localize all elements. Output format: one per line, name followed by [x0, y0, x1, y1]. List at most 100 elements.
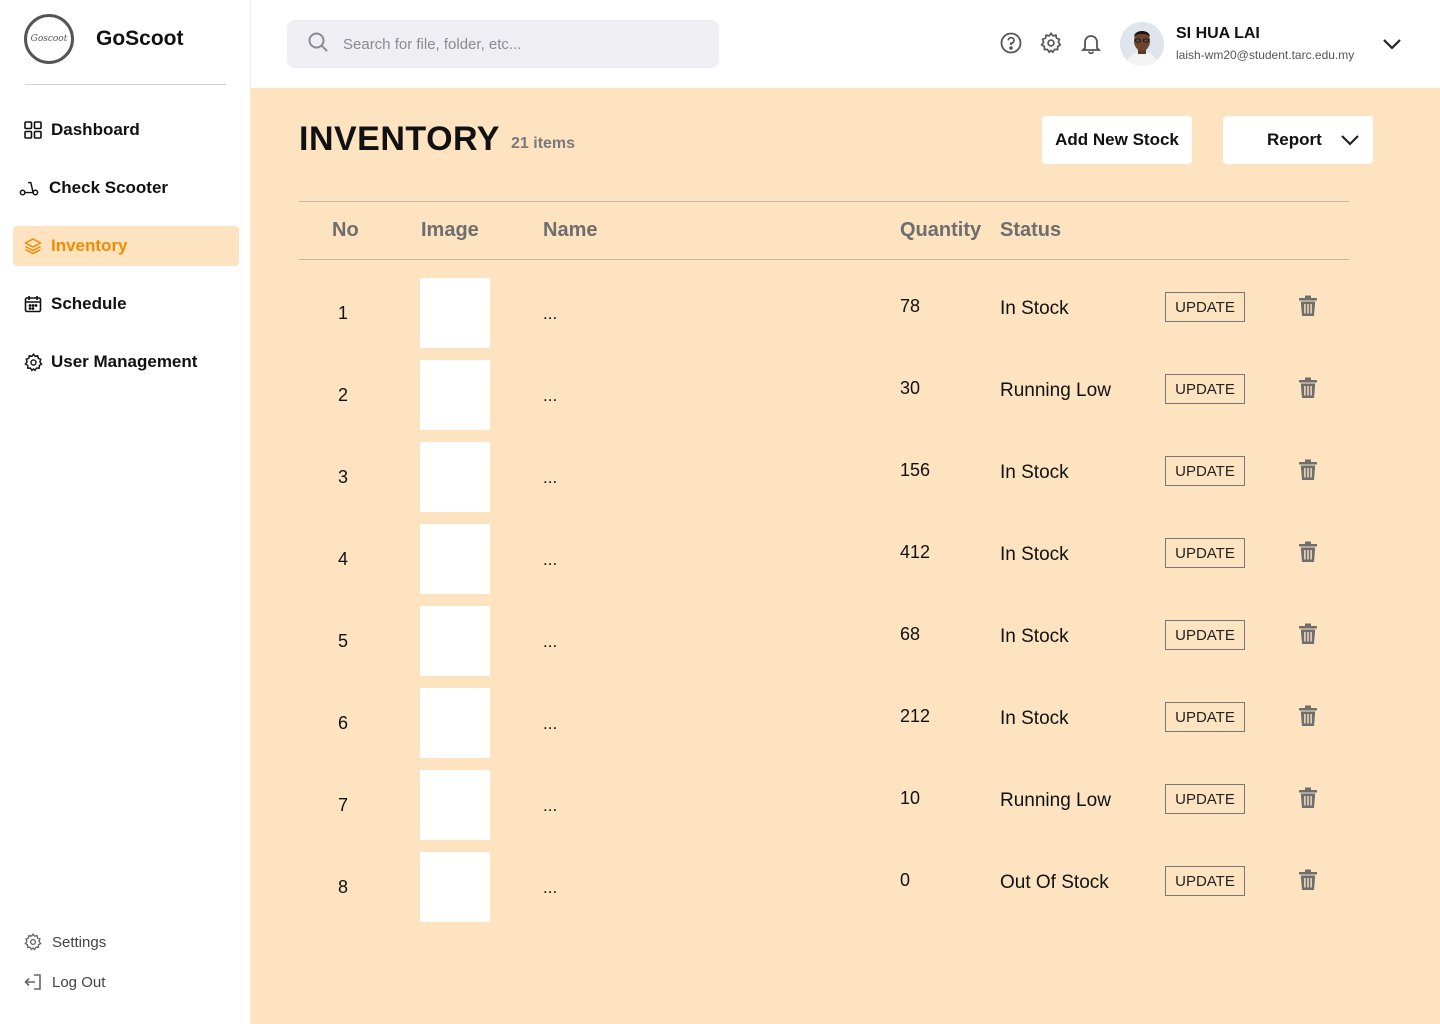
update-button[interactable]: UPDATE [1165, 292, 1245, 322]
add-new-stock-button[interactable]: Add New Stock [1042, 116, 1192, 164]
item-image [420, 770, 490, 840]
item-quantity: 78 [900, 296, 921, 316]
item-quantity: 412 [900, 542, 931, 562]
table-row: 2 ... 30 Running Low UPDATE [251, 360, 1440, 430]
column-header-status: Status [1000, 219, 1062, 241]
divider [25, 84, 226, 85]
column-header-no: No [332, 219, 359, 241]
table-row: 1 ... 78 In Stock UPDATE [251, 278, 1440, 348]
sidebar-item-dashboard[interactable]: Dashboard [13, 110, 239, 150]
calendar-icon [23, 294, 43, 314]
trash-icon[interactable] [1298, 294, 1318, 318]
column-header-image: Image [421, 219, 479, 241]
sidebar-item-user-management[interactable]: User Management [13, 342, 239, 382]
update-button[interactable]: UPDATE [1165, 866, 1245, 896]
trash-icon[interactable] [1298, 458, 1318, 482]
update-button[interactable]: UPDATE [1165, 538, 1245, 568]
logout-icon [24, 973, 42, 991]
item-name: ... [543, 304, 558, 323]
sidebar-item-check-scooter[interactable]: Check Scooter [13, 168, 239, 208]
gear-icon[interactable] [1039, 31, 1063, 55]
logout-label: Log Out [52, 973, 106, 991]
report-label: Report [1267, 130, 1322, 149]
settings-label: Settings [52, 933, 107, 951]
table-row: 7 ... 10 Running Low UPDATE [251, 770, 1440, 840]
trash-icon[interactable] [1298, 376, 1318, 400]
item-name: ... [543, 468, 558, 487]
item-count: 21 items [511, 135, 576, 152]
layers-icon [23, 236, 43, 256]
trash-icon[interactable] [1298, 786, 1318, 810]
trash-icon[interactable] [1298, 622, 1318, 646]
gear-icon [24, 933, 42, 951]
sidebar-item-label: Schedule [51, 294, 127, 313]
search-bar[interactable] [287, 20, 719, 68]
item-name: ... [543, 632, 558, 651]
item-name: ... [543, 796, 558, 815]
table-header: No Image Name Quantity Status [299, 201, 1349, 260]
logout-link[interactable]: Log Out [24, 968, 106, 996]
row-number: 8 [337, 877, 348, 897]
avatar[interactable] [1120, 22, 1164, 66]
report-dropdown-button[interactable]: Report [1223, 116, 1373, 164]
sidebar-footer: Settings Log Out [24, 928, 106, 1008]
item-image [420, 688, 490, 758]
top-bar: SI HUA LAI laish-wm20@student.tarc.edu.m… [251, 0, 1440, 88]
trash-icon[interactable] [1298, 868, 1318, 892]
item-status: Out Of Stock [1000, 872, 1109, 893]
item-image [420, 442, 490, 512]
search-input[interactable] [343, 35, 683, 53]
row-number: 7 [337, 795, 348, 815]
sidebar-item-schedule[interactable]: Schedule [13, 284, 239, 324]
sidebar-item-label: User Management [51, 352, 198, 371]
column-header-name: Name [543, 219, 598, 241]
table-row: 3 ... 156 In Stock UPDATE [251, 442, 1440, 512]
search-icon [307, 31, 329, 58]
user-email: laish-wm20@student.tarc.edu.my [1176, 48, 1355, 62]
item-status: In Stock [1000, 462, 1069, 483]
update-button[interactable]: UPDATE [1165, 456, 1245, 486]
page-title: INVENTORY [299, 120, 500, 158]
header-icons [999, 31, 1119, 55]
row-number: 3 [337, 467, 348, 487]
update-button[interactable]: UPDATE [1165, 784, 1245, 814]
brand[interactable]: Goscoot GoScoot [24, 14, 184, 64]
row-number: 2 [337, 385, 348, 405]
trash-icon[interactable] [1298, 704, 1318, 728]
item-quantity: 10 [900, 788, 921, 808]
item-status: Running Low [1000, 380, 1111, 401]
sidebar-item-label: Check Scooter [49, 178, 169, 197]
update-button[interactable]: UPDATE [1165, 620, 1245, 650]
item-status: In Stock [1000, 626, 1069, 647]
gear-icon [23, 352, 43, 372]
update-button[interactable]: UPDATE [1165, 374, 1245, 404]
item-image [420, 852, 490, 922]
item-quantity: 212 [900, 706, 931, 726]
table-row: 5 ... 68 In Stock UPDATE [251, 606, 1440, 676]
item-quantity: 68 [900, 624, 921, 644]
brand-logo: Goscoot [24, 14, 74, 64]
item-status: In Stock [1000, 544, 1069, 565]
item-image [420, 360, 490, 430]
item-quantity: 0 [900, 870, 911, 890]
sidebar: Goscoot GoScoot Dashboard Check Scooter … [0, 0, 251, 1024]
sidebar-nav: Dashboard Check Scooter Inventory Schedu… [13, 110, 239, 400]
column-header-quantity: Quantity [900, 219, 982, 241]
bell-icon[interactable] [1079, 31, 1103, 55]
sidebar-item-inventory[interactable]: Inventory [13, 226, 239, 266]
row-number: 5 [337, 631, 348, 651]
chevron-down-icon[interactable] [1381, 34, 1403, 54]
settings-link[interactable]: Settings [24, 928, 106, 956]
chevron-down-icon [1340, 131, 1360, 149]
item-name: ... [543, 550, 558, 569]
row-number: 4 [337, 549, 348, 569]
item-quantity: 30 [900, 378, 921, 398]
item-image [420, 524, 490, 594]
help-icon[interactable] [999, 31, 1023, 55]
trash-icon[interactable] [1298, 540, 1318, 564]
item-name: ... [543, 714, 558, 733]
item-status: In Stock [1000, 708, 1069, 729]
update-button[interactable]: UPDATE [1165, 702, 1245, 732]
scooter-icon [19, 178, 39, 198]
row-number: 1 [337, 303, 348, 323]
